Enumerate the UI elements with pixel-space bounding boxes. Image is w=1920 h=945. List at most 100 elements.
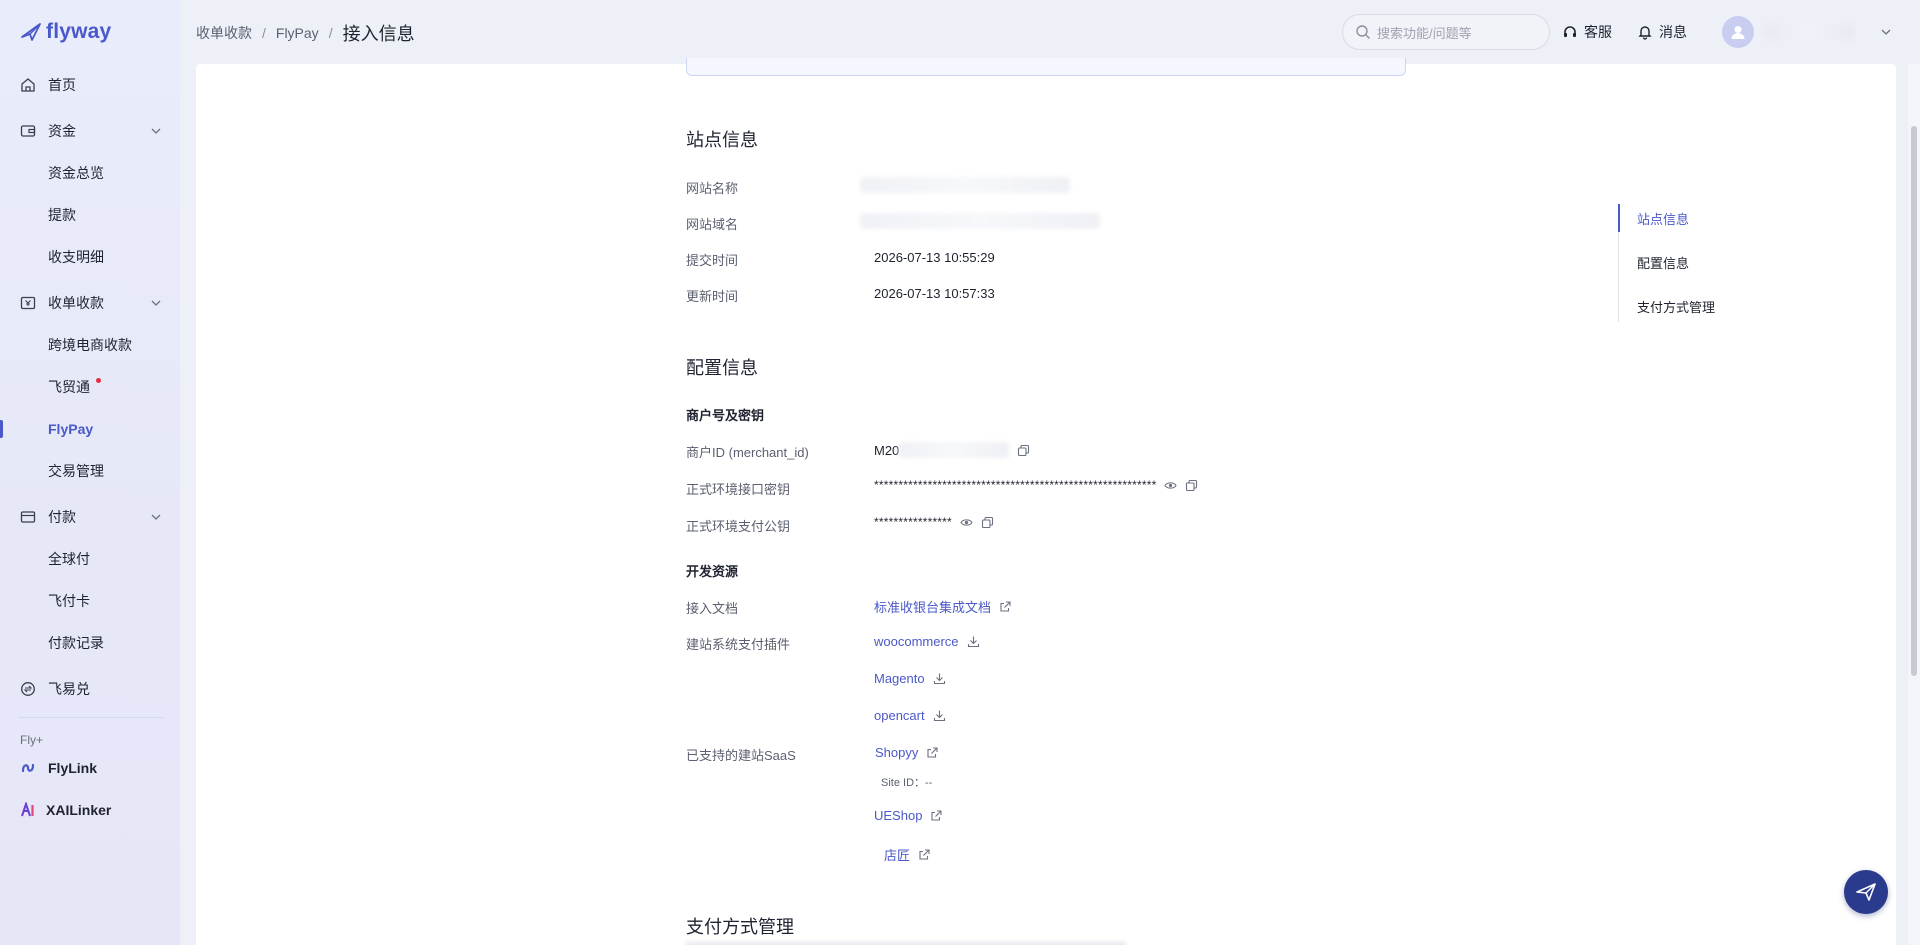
avatar[interactable] (1722, 16, 1754, 48)
flylink-icon (20, 760, 36, 776)
copy-icon[interactable] (1017, 444, 1030, 457)
sidebar-item-label: 跨境电商收款 (48, 337, 132, 353)
plugin-magento: Magento (874, 671, 946, 686)
messages-button[interactable]: 消息 (1637, 22, 1687, 42)
download-icon[interactable] (933, 672, 946, 685)
anchor-item-site-info[interactable]: 站点信息 (1637, 209, 1689, 228)
eye-icon[interactable] (960, 516, 973, 529)
sidebar-item-flypay[interactable]: FlyPay (0, 412, 180, 446)
receipt-icon (20, 295, 36, 311)
plugin-woocommerce: woocommerce (874, 634, 980, 649)
plugin-link-opencart[interactable]: opencart (874, 708, 925, 723)
download-icon[interactable] (967, 635, 980, 648)
sidebar-item-transactions[interactable]: 交易管理 (0, 454, 180, 488)
dev-resources-subtitle: 开发资源 (686, 564, 739, 579)
sidebar-item-global-pay[interactable]: 全球付 (0, 542, 180, 576)
sidebar-item-label: XAILinker (46, 802, 112, 818)
anchor-active-indicator (1618, 204, 1620, 232)
eye-icon[interactable] (1164, 479, 1178, 492)
anchor-item-payment-methods[interactable]: 支付方式管理 (1637, 297, 1715, 316)
prod-pubkey-label: 正式环境支付公钥 (686, 519, 791, 534)
copy-icon[interactable] (981, 516, 994, 529)
prod-key-masked: ****************************************… (874, 478, 1157, 492)
sidebar-item-label: 提款 (48, 207, 76, 223)
sidebar-item-fly-card[interactable]: 飞付卡 (0, 584, 180, 618)
external-link-icon[interactable] (918, 848, 931, 861)
sidebar: flyway 首页 资金 资金总览 提款 收支明细 收单收款 跨境电商收款 飞贸… (0, 0, 180, 945)
sidebar-item-feimaotong[interactable]: 飞贸通 (0, 370, 180, 404)
floating-send-button[interactable] (1844, 870, 1888, 914)
copy-icon[interactable] (1185, 479, 1198, 492)
merchant-id-value: M20 (874, 442, 1030, 458)
merchant-id-text: M20 (874, 442, 900, 458)
sidebar-item-funds-overview[interactable]: 资金总览 (0, 156, 180, 190)
site-domain-value (860, 213, 1100, 229)
update-time-value: 2026-07-13 10:57:33 (874, 286, 995, 301)
update-time-label: 更新时间 (686, 289, 739, 304)
brand-name: flyway (46, 20, 112, 43)
sidebar-item-flylink[interactable]: FlyLink (0, 751, 180, 785)
external-link-icon[interactable] (999, 600, 1012, 613)
external-link-icon[interactable] (926, 746, 939, 759)
breadcrumb-item-flypay[interactable]: FlyPay (276, 25, 319, 41)
sidebar-item-payment-records[interactable]: 付款记录 (0, 626, 180, 660)
site-name-label: 网站名称 (686, 181, 739, 196)
doc-label: 接入文档 (686, 601, 739, 616)
paper-plane-icon (1856, 883, 1876, 901)
saas-link-shopyy[interactable]: Shopyy (875, 745, 918, 760)
section-title-payment-methods: 支付方式管理 (686, 917, 794, 937)
section-title-site-info: 站点信息 (686, 130, 758, 150)
sidebar-item-funds[interactable]: 资金 (0, 114, 180, 148)
doc-link[interactable]: 标准收银台集成文档 (874, 597, 991, 616)
sidebar-item-label: 资金 (48, 123, 76, 139)
download-icon[interactable] (933, 709, 946, 722)
sidebar-item-xailinker[interactable]: XAILinker (0, 793, 180, 827)
breadcrumb-item-acquiring[interactable]: 收单收款 (196, 23, 252, 43)
search-icon (1356, 25, 1370, 39)
saas-link-ueshop[interactable]: UEShop (874, 808, 922, 823)
merchant-id-redacted (899, 442, 1010, 458)
plugin-link-magento[interactable]: Magento (874, 671, 925, 686)
sidebar-item-home[interactable]: 首页 (0, 68, 180, 102)
plugin-opencart: opencart (874, 708, 946, 723)
sidebar-item-exchange[interactable]: 飞易兑 (0, 672, 180, 706)
scrollbar-thumb[interactable] (1911, 126, 1917, 676)
sidebar-item-statement[interactable]: 收支明细 (0, 240, 180, 274)
plugin-link-woocommerce[interactable]: woocommerce (874, 634, 959, 649)
merchant-id-label: 商户ID (merchant_id) (686, 445, 809, 460)
search-box[interactable] (1342, 14, 1550, 50)
chevron-down-icon[interactable] (1880, 26, 1892, 38)
sidebar-item-cross-border[interactable]: 跨境电商收款 (0, 328, 180, 362)
sidebar-item-payments[interactable]: 付款 (0, 500, 180, 534)
anchor-nav: 站点信息 配置信息 支付方式管理 (1618, 204, 1768, 322)
sidebar-item-label: 全球付 (48, 551, 90, 567)
sidebar-item-label: 飞付卡 (48, 593, 90, 609)
prod-key-value: ****************************************… (874, 478, 1198, 492)
sidebar-item-label: FlyPay (48, 421, 94, 437)
prod-pubkey-value: **************** (874, 515, 994, 529)
xailinker-icon (20, 802, 36, 818)
search-input[interactable] (1377, 23, 1537, 43)
site-name-redacted (860, 177, 1070, 193)
sidebar-item-withdraw[interactable]: 提款 (0, 198, 180, 232)
saas-link-dianjiang[interactable]: 店匠 (884, 845, 910, 864)
chevron-down-icon (151, 514, 161, 520)
external-link-icon[interactable] (930, 809, 943, 822)
submit-time-value: 2026-07-13 10:55:29 (874, 250, 995, 265)
site-domain-label: 网站域名 (686, 217, 739, 232)
keys-subtitle: 商户号及密钥 (686, 408, 765, 423)
sidebar-item-acquiring[interactable]: 收单收款 (0, 286, 180, 320)
sidebar-item-label: 资金总览 (48, 165, 104, 181)
sidebar-item-label: 首页 (48, 77, 76, 93)
support-button[interactable]: 客服 (1562, 22, 1612, 42)
user-icon (1731, 26, 1745, 39)
brand-logo[interactable]: flyway (20, 18, 111, 46)
chevron-down-icon (151, 128, 161, 134)
anchor-item-config[interactable]: 配置信息 (1637, 253, 1689, 272)
saas-label: 已支持的建站SaaS (686, 748, 796, 763)
sidebar-item-label: 收单收款 (48, 295, 104, 311)
sidebar-item-label: 飞易兑 (48, 681, 90, 697)
shopyy-site-id: Site ID：-- (881, 777, 933, 789)
section-title-config: 配置信息 (686, 358, 758, 378)
user-name-redacted[interactable] (1764, 24, 1854, 40)
